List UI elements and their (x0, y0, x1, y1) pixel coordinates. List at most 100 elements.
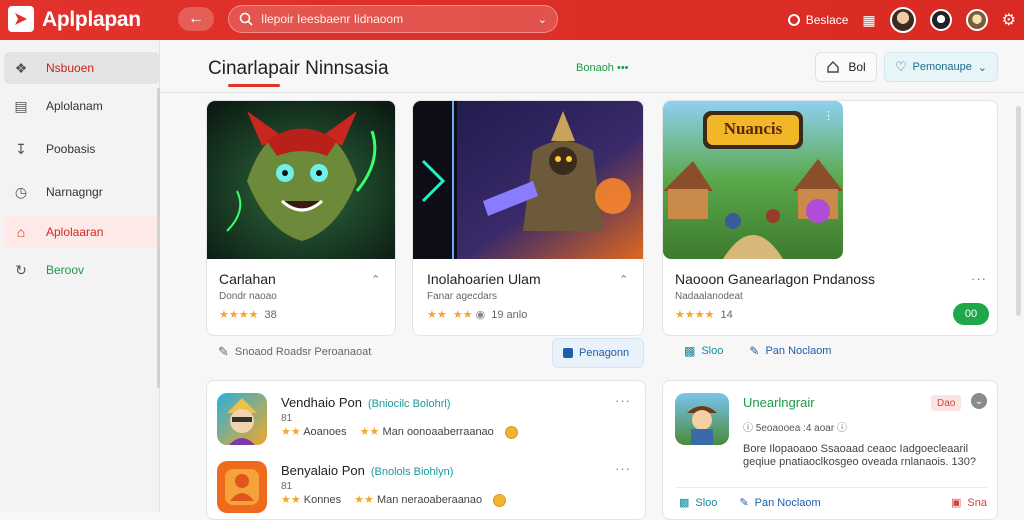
play-logo-icon (15, 13, 27, 25)
game-card[interactable]: Carlahan ⌃ Dondr naoao ★★★★ 38 (206, 100, 396, 336)
list-item-meta-left: Konnes (303, 494, 342, 506)
game-thumbnail[interactable]: Nuancis ⋮ (663, 101, 843, 259)
checkbox-icon (563, 348, 573, 358)
chevron-up-icon[interactable]: ⌃ (371, 273, 380, 286)
share-icon (827, 61, 840, 73)
top-right-label[interactable]: Beslace (806, 13, 849, 27)
card-action-label: Pan Noclaom (765, 345, 832, 357)
list-item-meta: ★★ Aoanoes ★★ Man oonoaaberraanao (281, 425, 518, 439)
clipboard-icon: ▩ (679, 497, 690, 509)
card-subtitle: Fanar agecdars (427, 291, 498, 302)
grid-icon[interactable]: ▦ (862, 12, 875, 29)
detail-action-row: ▩ Sloo ✎ Pan Noclaom ▣ Sna (675, 487, 987, 517)
game-card[interactable]: Nuancis ⋮ Naooon Ganearlagon Pndanoss ··… (662, 100, 998, 336)
sidebar-item-beroov[interactable]: ↻ Beroov (4, 254, 160, 286)
game-logo-text: Nuancis (723, 119, 783, 138)
card-title[interactable]: Inolahoarien Ulam (427, 271, 541, 287)
list-item-title[interactable]: Vendhaio Pon (Bniocilc Bolohrl) (281, 395, 451, 410)
star-icons: ★★★★ (219, 309, 259, 321)
share-button[interactable]: Bol (815, 52, 877, 82)
game-card[interactable]: Inolahoarien Ulam ⌃ Fanar agecdars ★★ ★★… (412, 100, 644, 336)
detail-action-right[interactable]: Sna (967, 497, 987, 509)
sidebar-item-label: Aplolanam (46, 99, 103, 113)
install-badge[interactable]: 00 (953, 303, 989, 325)
app-icon[interactable] (217, 393, 267, 445)
clock-icon: ◷ (14, 183, 28, 200)
detail-title[interactable]: Unearlngrair (743, 395, 815, 410)
settings-gear-icon[interactable]: ⚙ (1002, 10, 1016, 30)
sidebar-scrollbar[interactable] (157, 88, 160, 388)
character-icon (227, 398, 257, 445)
header-link[interactable]: Bonaoh ••• (576, 62, 629, 74)
user-avatar[interactable] (889, 7, 916, 33)
more-options-icon[interactable]: ··· (615, 393, 631, 408)
arrow-left-icon: ← (188, 10, 204, 27)
chevron-down-icon[interactable]: ⌄ (538, 13, 547, 26)
sidebar-item-label: Nsbuoen (46, 61, 95, 75)
card-title[interactable]: Naooon Ganearlagon Pndanoss (675, 271, 875, 287)
list-item-tag: (Bniocilc Bolohrl) (367, 398, 451, 410)
account-avatar[interactable] (965, 9, 988, 31)
share-button-label: Bol (848, 60, 866, 74)
sidebar-item-aplolanam[interactable]: ▤ Aplolanam (4, 90, 160, 122)
rating-count: 14 (720, 309, 733, 321)
search-input[interactable] (261, 12, 530, 26)
sidebar-item-narnagngr[interactable]: ◷ Narnagngr (4, 176, 160, 208)
card-action-label: Snoaod Roadsr Peroanaoat (234, 346, 372, 358)
star-icons: ★★ (359, 426, 380, 438)
detail-badge: Dao (931, 395, 962, 411)
profile-avatar[interactable] (929, 9, 952, 31)
notification-icon[interactable] (787, 14, 800, 26)
more-options-icon[interactable]: ··· (615, 461, 631, 476)
coin-icon (504, 425, 518, 439)
app-icon[interactable] (675, 393, 729, 445)
list-item-tag: (Bnolols Biohlyn) (370, 466, 454, 478)
list-item-name: Vendhaio Pon (281, 395, 362, 410)
sidebar-item-nsbuoen[interactable]: ❖ Nsbuoen (4, 52, 160, 84)
chevron-down-icon[interactable]: ⌄ (971, 393, 987, 409)
person-icon (225, 469, 259, 505)
shield-icon: ◉ (475, 309, 486, 321)
card-action-button[interactable]: Penagonn (552, 338, 644, 368)
coin-icon (493, 493, 507, 507)
card-action-row[interactable]: ▩ Sloo ✎ Pan Noclaom (684, 344, 831, 358)
rating-stars: ★★★★ 14 (675, 308, 733, 321)
list-item-meta-left: Aoanoes (303, 426, 347, 438)
sidebar-item-aplolaaran[interactable]: ⌂ Aplolaaran (4, 216, 160, 248)
detail-action-left[interactable]: Sloo (695, 497, 717, 509)
more-options-icon[interactable]: ··· (971, 271, 987, 286)
star-icons: ★★ (354, 494, 374, 506)
home-icon: ⌂ (16, 224, 26, 240)
list-item-meta-right: Man neraoaberaanao (376, 494, 483, 506)
app-logo[interactable] (8, 6, 34, 32)
detail-action-mid[interactable]: Pan Noclaom (755, 497, 821, 509)
chevron-up-icon[interactable]: ⌃ (619, 273, 628, 286)
detail-panel: Unearlngrair Dao ⌄ ⓘ 5eoaooea :4 aoar ⓘ … (662, 380, 998, 520)
list-item-meta-right: Man oonoaaberraanao (382, 426, 494, 438)
filter-dropdown[interactable]: ♡ Pemonaupe ⌄ (884, 52, 998, 82)
sidebar-item-poobasis[interactable]: ↧ Poobasis (4, 133, 160, 165)
rating-stars: ★★ ★★ ◉ 19 anlo (427, 308, 527, 321)
sidebar-item-label: Beroov (46, 263, 85, 277)
heart-icon: ♡ (895, 59, 907, 74)
search-bar[interactable]: ⌄ (228, 5, 558, 33)
star-icons: ★★ (281, 494, 301, 506)
game-thumbnail[interactable] (207, 101, 395, 259)
explorer-icon (687, 406, 717, 445)
detail-version: ⓘ 5eoaooea :4 aoar ⓘ (743, 419, 847, 434)
main-scrollbar[interactable] (1016, 106, 1021, 316)
app-list: Vendhaio Pon (Bniocilc Bolohrl) ··· 81 ★★… (206, 380, 646, 520)
app-title: Aplplapan (42, 8, 141, 31)
app-icon[interactable] (217, 461, 267, 513)
card-subtitle: Nadaalanodeat (675, 291, 743, 302)
card-action-row[interactable]: ✎ Snoaod Roadsr Peroanaoat (218, 344, 371, 360)
download-icon: ↧ (15, 140, 27, 157)
sidebar: ❖ Nsbuoen ▤ Aplolanam ↧ Poobasis ◷ Narna… (0, 40, 160, 512)
game-thumbnail[interactable] (413, 101, 643, 259)
card-title[interactable]: Carlahan (219, 271, 276, 287)
filter-dropdown-label: Pemonaupe (912, 61, 972, 73)
back-button[interactable]: ← (178, 7, 214, 31)
more-icon[interactable]: ⋮ (823, 109, 834, 122)
card-subtitle: Dondr naoao (219, 291, 277, 302)
list-item-title[interactable]: Benyalaio Pon (Bnolols Biohlyn) (281, 463, 453, 478)
